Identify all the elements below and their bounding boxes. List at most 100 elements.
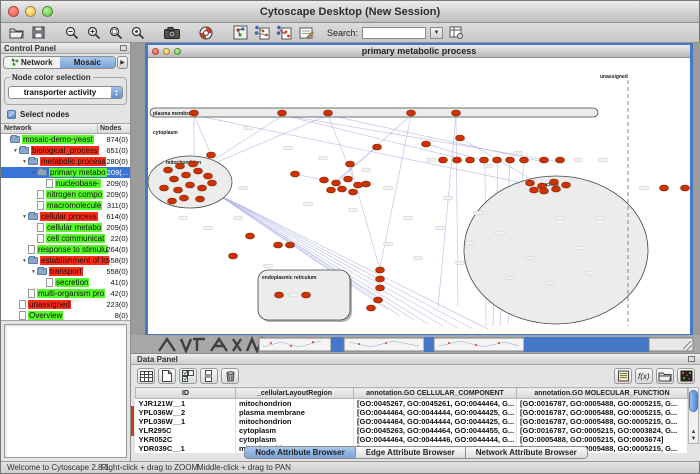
tab-overflow-button[interactable]: ▶ — [117, 56, 128, 69]
network-node[interactable] — [540, 157, 549, 163]
network-node[interactable] — [550, 179, 559, 185]
minimize-window-button[interactable] — [25, 6, 36, 17]
network-node[interactable] — [344, 176, 353, 182]
network-node[interactable] — [246, 233, 255, 239]
close-window-button[interactable] — [8, 6, 19, 17]
tree-header-network[interactable]: Network — [1, 124, 98, 133]
network-edge[interactable] — [203, 115, 328, 168]
import-attributes-folder-icon[interactable] — [656, 368, 674, 384]
column-header[interactable]: _cellularLayoutRegion — [236, 388, 354, 399]
tab-network[interactable]: Network — [4, 57, 60, 68]
plasma-membrane-region[interactable] — [150, 108, 598, 117]
tree-row[interactable]: ▼biological_process651(0) — [1, 145, 130, 156]
column-header[interactable]: annotation.GO CELLULAR_COMPONENT — [354, 388, 517, 399]
tree-row[interactable]: Overview8(0) — [1, 310, 130, 321]
net-close-button[interactable] — [152, 48, 159, 55]
help-lifesaver-icon[interactable] — [197, 25, 215, 41]
network-node[interactable] — [324, 110, 333, 116]
column-header[interactable]: annotation.GO MOLECULAR_FUNCTION — [517, 388, 688, 399]
table-row[interactable]: YPL036W__2plasma membrane[GO:0044464, GO… — [136, 408, 688, 417]
network-node[interactable] — [453, 157, 462, 163]
tree-row[interactable]: ▼metabolic process280(0) — [1, 156, 130, 167]
network-node[interactable] — [182, 172, 191, 178]
network-node[interactable] — [439, 157, 448, 163]
network-edge[interactable] — [336, 147, 377, 181]
network-node[interactable] — [320, 177, 329, 183]
tree-row[interactable]: mosaic-demo-yeast874(0) — [1, 134, 130, 145]
tree-row[interactable]: cellular metabo209(0) — [1, 222, 130, 233]
network-node[interactable] — [530, 187, 539, 193]
network-node[interactable] — [160, 185, 169, 191]
save-icon[interactable] — [29, 25, 47, 41]
import-table-icon[interactable] — [447, 25, 465, 41]
network-edge[interactable] — [194, 115, 538, 186]
tree-row[interactable]: response to stimulu264(0) — [1, 244, 130, 255]
new-attribute-icon[interactable] — [158, 368, 176, 384]
tree-row[interactable]: cell communicat22(0) — [1, 233, 130, 244]
network-node[interactable] — [327, 187, 336, 193]
network-node[interactable] — [540, 188, 549, 194]
network-node[interactable] — [660, 185, 669, 191]
expand-triangle-icon[interactable]: ▼ — [12, 148, 19, 154]
search-dropdown-button[interactable]: ▼ — [430, 27, 443, 39]
network-node[interactable] — [190, 110, 199, 116]
float-panel-icon[interactable] — [120, 45, 127, 51]
snapshot-camera-icon[interactable] — [163, 25, 181, 41]
tree-row[interactable]: nucleobase-209(0) — [1, 178, 130, 189]
attribute-grid-icon[interactable] — [137, 368, 155, 384]
expand-triangle-icon[interactable]: ▼ — [30, 170, 37, 176]
network-node[interactable] — [274, 242, 283, 248]
tree-row[interactable]: ▼cellular process614(0) — [1, 211, 130, 222]
network-node[interactable] — [506, 157, 515, 163]
tree-row[interactable]: ▼establishment of lo558(0) — [1, 255, 130, 266]
network-node[interactable] — [376, 285, 385, 291]
zoom-in-icon[interactable] — [85, 25, 103, 41]
network-node[interactable] — [354, 182, 363, 188]
scrollbar-thumb[interactable] — [689, 390, 698, 412]
expand-triangle-icon[interactable]: ▼ — [21, 159, 28, 165]
table-row[interactable]: YLR295Ccytoplasm[GO:0045263, GO:0044464,… — [136, 426, 688, 435]
tree-row[interactable]: macromolecule311(0) — [1, 200, 130, 211]
network-edge[interactable] — [328, 115, 544, 162]
expand-triangle-icon[interactable]: ▼ — [21, 214, 28, 220]
network-edit-icon-1[interactable] — [253, 25, 271, 41]
network-node[interactable] — [302, 292, 311, 298]
network-node[interactable] — [194, 168, 203, 174]
table-row[interactable]: YPL036W__1mitochondrion[GO:0044464, GO:0… — [136, 417, 688, 426]
tree-row[interactable]: ▼primary metabo209(... — [1, 167, 130, 178]
delete-attribute-trash-icon[interactable] — [221, 368, 239, 384]
network-node[interactable] — [170, 176, 179, 182]
network-canvas[interactable]: plasma membrane cytoplasm mitochondrion … — [148, 58, 690, 334]
open-file-icon[interactable] — [7, 25, 25, 41]
network-node[interactable] — [349, 189, 358, 195]
attribute-table-header[interactable]: ID_cellularLayoutRegionannotation.GO CEL… — [136, 388, 688, 399]
network-node[interactable] — [291, 171, 300, 177]
birdseye-view-panel[interactable] — [4, 324, 127, 458]
network-edge[interactable] — [456, 115, 458, 306]
network-node[interactable] — [208, 180, 217, 186]
network-node[interactable] — [168, 198, 177, 204]
network-node[interactable] — [174, 187, 183, 193]
table-row[interactable]: YJR121W__1mitochondrion[GO:0045267, GO:0… — [136, 399, 688, 409]
network-node[interactable] — [207, 152, 216, 158]
zoom-fit-icon[interactable] — [107, 25, 125, 41]
net-minimize-button[interactable] — [163, 48, 170, 55]
network-node[interactable] — [367, 305, 376, 311]
float-data-panel-icon[interactable] — [688, 356, 695, 362]
network-node[interactable] — [176, 163, 185, 169]
network-node[interactable] — [452, 110, 461, 116]
tree-row[interactable]: multi-organism pro42(0) — [1, 288, 130, 299]
tab-network-attribute-browser[interactable]: Network Attribute Browser — [466, 446, 588, 459]
network-node[interactable] — [407, 110, 416, 116]
network-node[interactable] — [180, 195, 189, 201]
tab-mosaic[interactable]: Mosaic — [60, 57, 116, 68]
attribute-notes-icon[interactable] — [614, 368, 632, 384]
unselect-attributes-icon[interactable] — [200, 368, 218, 384]
network-edge[interactable] — [350, 164, 380, 270]
network-node[interactable] — [526, 180, 535, 186]
network-node[interactable] — [198, 185, 207, 191]
network-node[interactable] — [376, 267, 385, 273]
network-node[interactable] — [278, 110, 287, 116]
tree-header-nodes[interactable]: Nodes — [98, 124, 130, 133]
search-input[interactable] — [362, 27, 426, 39]
